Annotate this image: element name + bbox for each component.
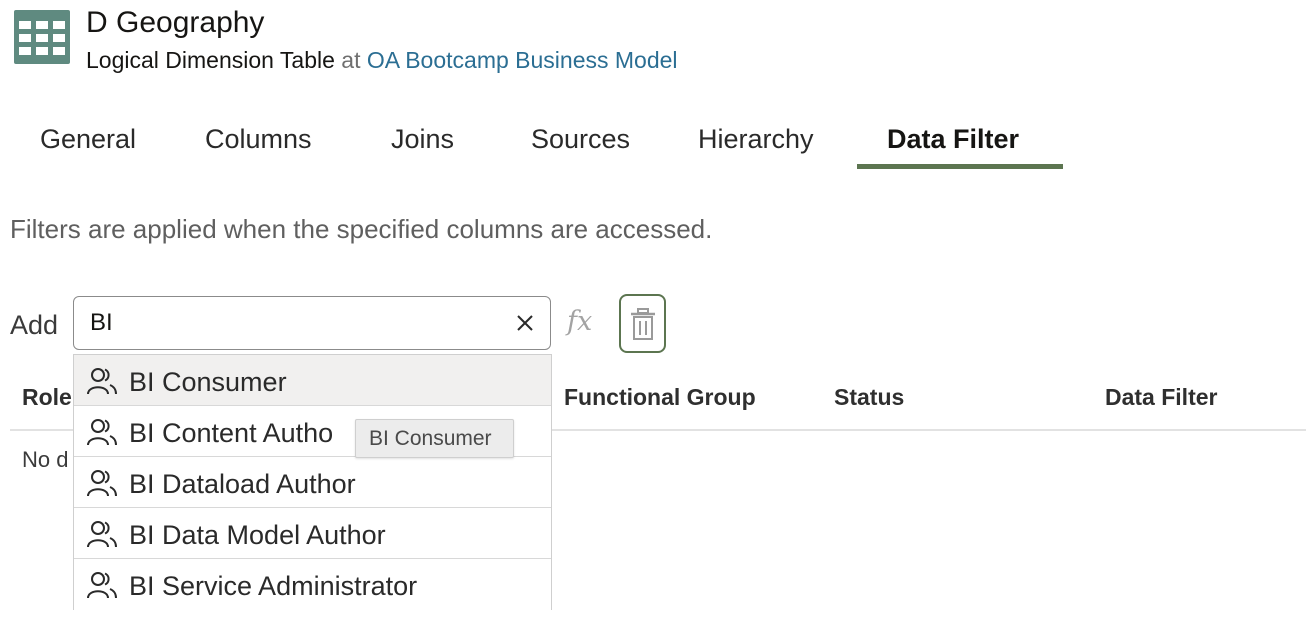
users-icon: [87, 521, 117, 548]
tab-general[interactable]: General: [40, 124, 136, 155]
role-search-box: [73, 296, 551, 350]
business-model-link[interactable]: OA Bootcamp Business Model: [367, 47, 678, 73]
column-header-functional-group[interactable]: Functional Group: [564, 384, 756, 411]
suggestion-bi-consumer[interactable]: BI Consumer: [74, 355, 551, 406]
users-icon: [87, 470, 117, 497]
users-icon: [87, 572, 117, 599]
column-header-role[interactable]: Role: [22, 384, 72, 411]
users-icon: [87, 419, 117, 446]
column-header-data-filter[interactable]: Data Filter: [1105, 384, 1217, 411]
suggestion-label: BI Data Model Author: [129, 520, 386, 550]
delete-filter-button[interactable]: [619, 294, 666, 353]
role-search-input[interactable]: [90, 307, 490, 339]
suggestion-bi-data-model-author[interactable]: BI Data Model Author: [74, 508, 551, 559]
page-subtitle: Logical Dimension Table at OA Bootcamp B…: [86, 47, 678, 74]
dimension-table-icon: [14, 10, 70, 64]
suggestion-label: BI Content Autho: [129, 418, 334, 448]
suggestion-bi-dataload-author[interactable]: BI Dataload Author: [74, 457, 551, 508]
tab-hierarchy[interactable]: Hierarchy: [698, 124, 814, 155]
suggestion-label: BI Consumer: [129, 367, 287, 397]
active-tab-indicator: [857, 164, 1063, 169]
role-suggestions-dropdown: BI Consumer BI Content Autho BI Dataload…: [73, 354, 552, 610]
page-title: D Geography: [86, 6, 265, 39]
column-header-status[interactable]: Status: [834, 384, 904, 411]
no-data-message: No d: [22, 447, 69, 472]
tab-data-filter[interactable]: Data Filter: [887, 124, 1019, 155]
clear-search-button[interactable]: [513, 311, 537, 335]
users-icon: [87, 368, 117, 395]
tab-joins[interactable]: Joins: [391, 124, 454, 155]
data-filter-description: Filters are applied when the specified c…: [10, 214, 713, 244]
object-type-label: Logical Dimension Table: [86, 47, 335, 73]
expression-fx-icon[interactable]: fx: [567, 306, 592, 337]
suggestion-label: BI Dataload Author: [129, 469, 356, 499]
tab-columns[interactable]: Columns: [205, 124, 312, 155]
tooltip: BI Consumer: [355, 419, 514, 458]
suggestion-label: BI Service Administrator: [129, 571, 418, 601]
add-label: Add: [10, 310, 59, 340]
close-icon: [517, 315, 533, 331]
tab-sources[interactable]: Sources: [531, 124, 630, 155]
suggestion-bi-service-administrator[interactable]: BI Service Administrator: [74, 559, 551, 610]
at-label: at: [341, 47, 361, 73]
trash-icon: [631, 308, 655, 340]
